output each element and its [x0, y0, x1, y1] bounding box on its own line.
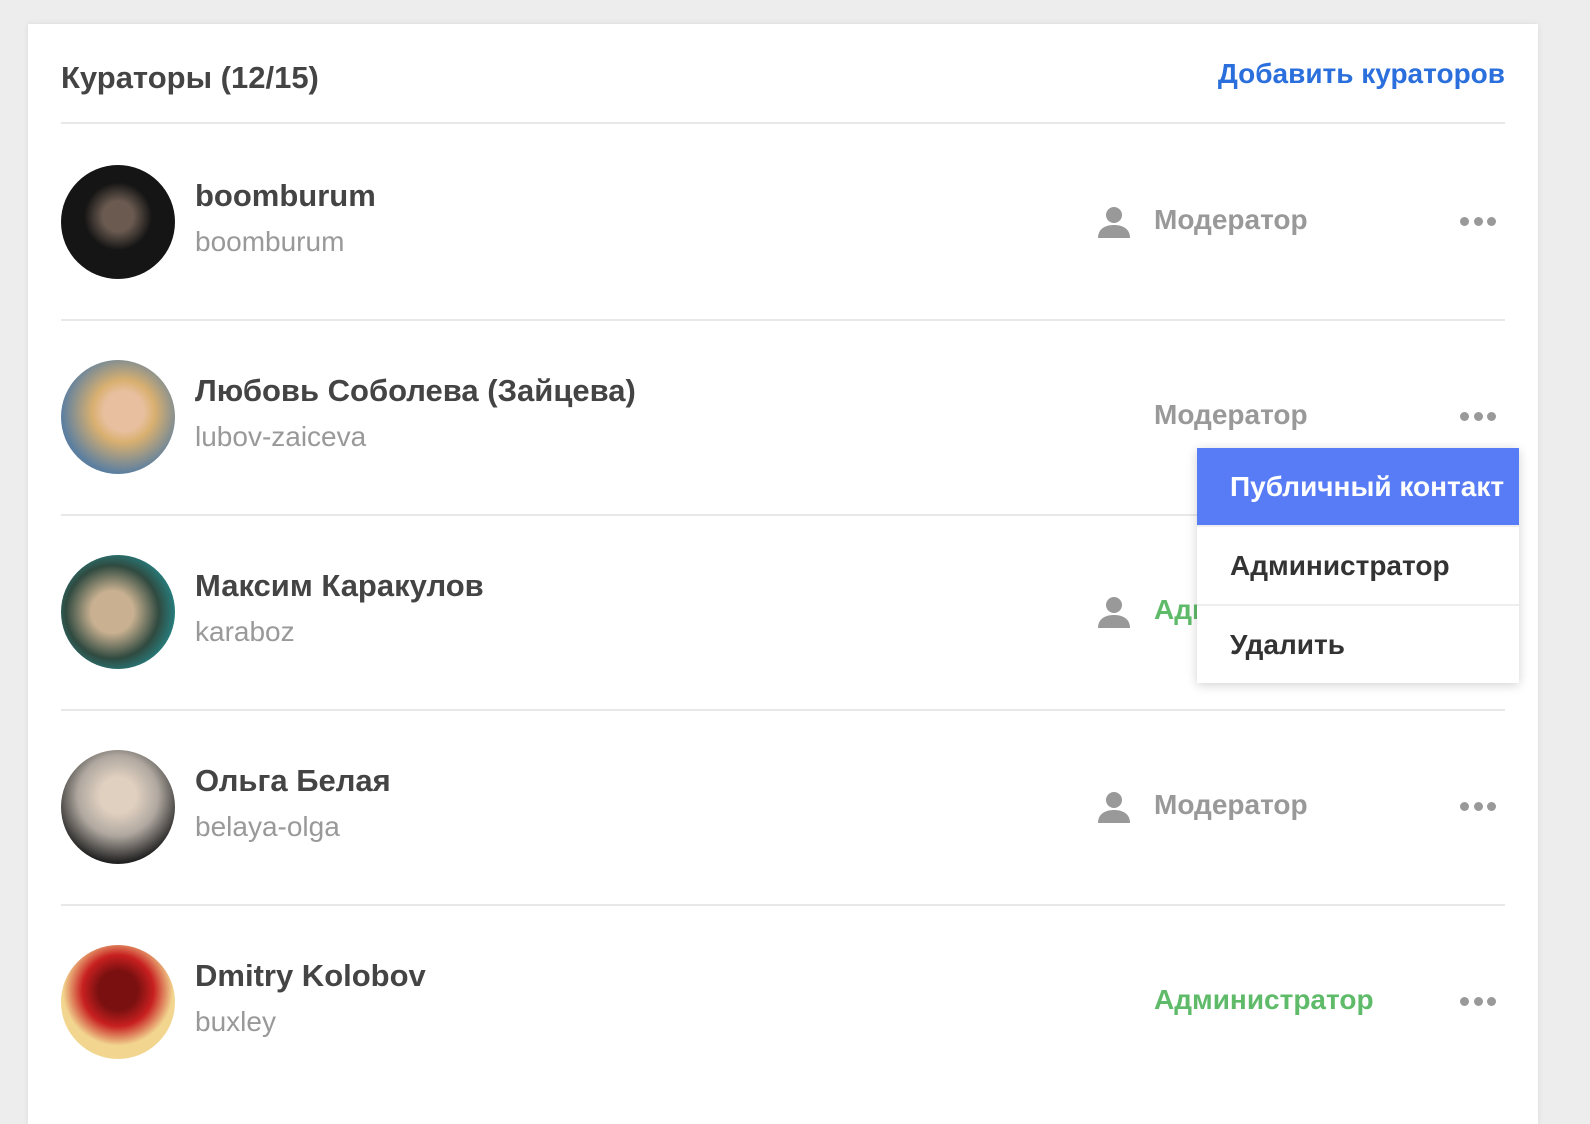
curator-name[interactable]: Ольга Белая [195, 763, 391, 799]
avatar[interactable] [61, 945, 175, 1059]
more-options-icon[interactable] [1460, 997, 1496, 1007]
role-label: Администратор [1154, 984, 1374, 1015]
curator-username: lubov-zaiceva [195, 421, 367, 452]
role-label: Модератор [1154, 204, 1308, 235]
avatar[interactable] [61, 165, 175, 279]
curator-username: belaya-olga [195, 811, 340, 842]
role-label: Модератор [1154, 399, 1308, 430]
curator-row: Ольга Белая belaya-olga Модератор [61, 709, 1505, 904]
more-options-icon[interactable] [1460, 412, 1496, 422]
avatar[interactable] [61, 360, 175, 474]
user-icon [1096, 789, 1132, 825]
role-label: Модератор [1154, 789, 1308, 820]
curator-username: boomburum [195, 226, 345, 257]
menu-item-admin[interactable]: Администратор [1197, 525, 1519, 604]
curator-name[interactable]: boomburum [195, 178, 376, 214]
more-options-icon[interactable] [1460, 217, 1496, 227]
avatar[interactable] [61, 750, 175, 864]
curator-name[interactable]: Максим Каракулов [195, 568, 484, 604]
curator-username: karaboz [195, 616, 295, 647]
curator-row: boomburum boomburum Модератор [61, 124, 1505, 319]
avatar[interactable] [61, 555, 175, 669]
curator-username: buxley [195, 1006, 276, 1037]
add-curators-link[interactable]: Добавить кураторов [1218, 58, 1505, 90]
page-title: Кураторы (12/15) [61, 60, 319, 95]
user-icon [1096, 204, 1132, 240]
user-icon [1096, 594, 1132, 630]
curator-name[interactable]: Dmitry Kolobov [195, 958, 426, 994]
curator-name[interactable]: Любовь Соболева (Зайцева) [195, 373, 636, 409]
curator-actions-menu: Публичный контакт Администратор Удалить [1197, 448, 1519, 683]
menu-item-public-contact[interactable]: Публичный контакт [1197, 448, 1519, 525]
curator-row: Dmitry Kolobov buxley Администратор [61, 904, 1505, 1099]
more-options-icon[interactable] [1460, 802, 1496, 812]
menu-item-delete[interactable]: Удалить [1197, 604, 1519, 683]
